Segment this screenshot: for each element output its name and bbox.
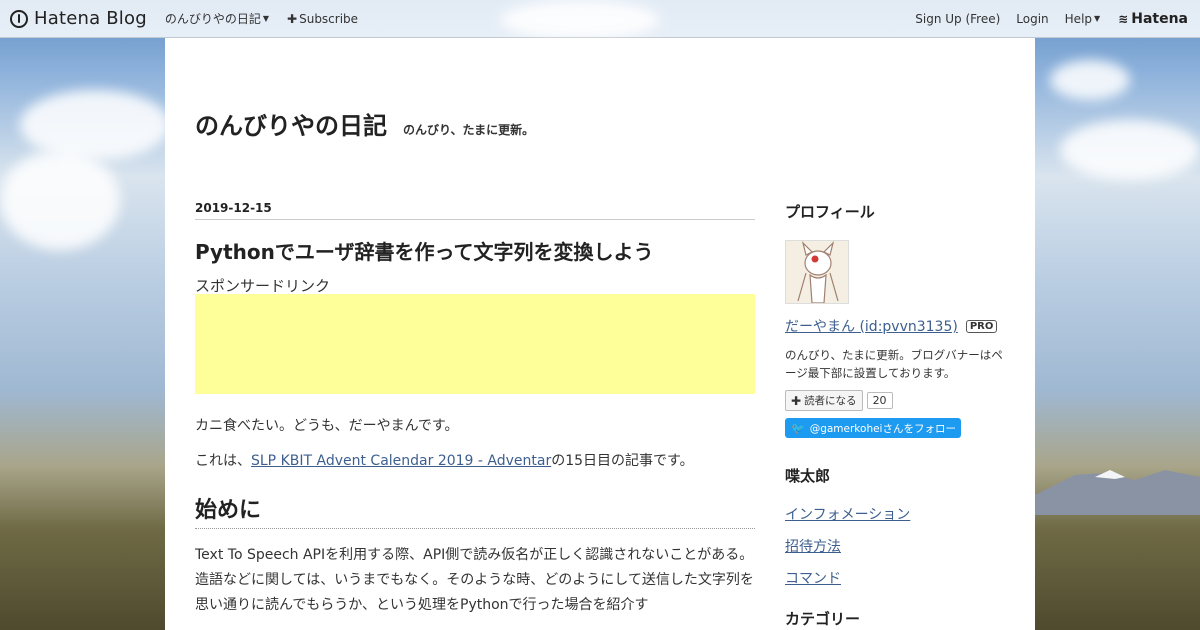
category-heading: カテゴリー xyxy=(785,610,861,628)
reader-row: ✚ 読者になる 20 xyxy=(785,390,1015,411)
caret-down-icon: ▼ xyxy=(1094,14,1101,23)
background-cloud xyxy=(20,90,170,160)
reader-count: 20 xyxy=(866,392,893,409)
twitter-bird-icon: 🐦 xyxy=(791,421,805,435)
background-mountains xyxy=(1035,470,1200,515)
profile-name-row: だーやまん (id:pvvn3135) PRO xyxy=(785,316,1015,336)
advent-calendar-link[interactable]: SLP KBIT Advent Calendar 2019 - Adventar xyxy=(251,453,551,469)
twitter-follow-button[interactable]: 🐦 @gamerkoheiさんをフォロー xyxy=(785,418,961,438)
paragraph-text: カニ食べたい。どうも、だーやまんです。 xyxy=(195,418,459,434)
hatena-brand-label: Hatena xyxy=(1131,10,1188,27)
sponsor-label: スポンサードリンク xyxy=(195,277,331,295)
help-label: Help xyxy=(1064,11,1093,26)
login-link[interactable]: Login xyxy=(1016,12,1048,26)
hatena-blog-logo-icon xyxy=(10,9,28,28)
profile-description: のんびり、たまに更新。ブログバナーはページ最下部に設置しております。 xyxy=(785,348,1003,380)
paragraph-text: これは、 xyxy=(195,453,251,469)
section2-links: インフォメーション 招待方法 コマンド xyxy=(785,504,1015,588)
section2-heading: 喋太郎 xyxy=(785,467,831,485)
logo-text: Hatena Blog xyxy=(34,8,147,29)
plus-icon: ✚ xyxy=(287,11,298,26)
link-invite[interactable]: 招待方法 xyxy=(785,536,1015,556)
plus-icon: ✚ xyxy=(791,393,802,408)
blog-header: のんびりやの日記 のんびり、たまに更新。 xyxy=(195,106,534,141)
entry-paragraph: カニ食べたい。どうも、だーやまんです。 xyxy=(195,416,755,437)
avatar[interactable] xyxy=(785,240,849,304)
blog-description: のんびり、たまに更新。 xyxy=(403,123,535,137)
global-header: Hatena Blog のんびりやの日記 ▼ ✚ Subscribe Sign … xyxy=(0,0,1200,38)
signup-label: Sign Up (Free) xyxy=(915,11,1001,26)
entry-article: 2019-12-15 Pythonでユーザ辞書を作って文字列を変換しよう スポン… xyxy=(195,201,755,618)
help-menu[interactable]: Help ▼ xyxy=(1065,12,1101,26)
hatena-brand-link[interactable]: ≋ Hatena xyxy=(1118,11,1188,27)
entry-date[interactable]: 2019-12-15 xyxy=(195,201,755,220)
background-cloud xyxy=(1050,60,1130,100)
entry-paragraph: これは、SLP KBIT Advent Calendar 2019 - Adve… xyxy=(195,451,755,472)
caret-down-icon: ▼ xyxy=(262,14,270,23)
blog-title[interactable]: のんびりやの日記 xyxy=(195,106,387,141)
reader-button-label: 読者になる xyxy=(804,395,857,407)
subscribe-reader-button[interactable]: ✚ 読者になる xyxy=(785,390,863,411)
link-commands[interactable]: コマンド xyxy=(785,568,1015,588)
sidebar: プロフィール だーやまん (id:pvvn3135) PRO のんびり、たまに更… xyxy=(785,201,1015,629)
header-right-nav: Sign Up (Free) Login Help ▼ ≋ Hatena xyxy=(899,11,1200,27)
profile-name-link[interactable]: だーやまん (id:pvvn3135) xyxy=(785,316,958,336)
blog-menu-label: のんびりやの日記 xyxy=(164,12,261,26)
avatar-illustration-icon xyxy=(797,241,839,303)
paragraph-text: の15日目の記事です。 xyxy=(551,453,694,469)
signup-link[interactable]: Sign Up (Free) xyxy=(915,12,1000,26)
blog-container: のんびりやの日記 のんびり、たまに更新。 2019-12-15 Pythonでユ… xyxy=(165,38,1035,630)
background-cloud xyxy=(0,150,120,250)
background-cloud xyxy=(1060,120,1200,180)
link-information[interactable]: インフォメーション xyxy=(785,504,1015,524)
blog-menu[interactable]: のんびりやの日記 ▼ xyxy=(165,10,269,27)
subscribe-button[interactable]: ✚ Subscribe xyxy=(287,12,358,26)
login-label: Login xyxy=(1016,11,1049,26)
entry-title[interactable]: Pythonでユーザ辞書を作って文字列を変換しよう xyxy=(195,236,755,265)
pro-badge: PRO xyxy=(965,319,998,333)
profile-heading: プロフィール xyxy=(785,203,875,221)
twitter-follow-label: @gamerkoheiさんをフォロー xyxy=(809,422,956,435)
ad-slot[interactable] xyxy=(195,294,755,394)
entry-body: Text To Speech APIを利用する際、API側で読み仮名が正しく認識… xyxy=(195,547,754,613)
subscribe-label: Subscribe xyxy=(299,11,359,26)
hatena-brand-icon: ≋ xyxy=(1118,11,1129,26)
section-heading: 始めに xyxy=(195,492,755,529)
hatena-blog-logo[interactable]: Hatena Blog xyxy=(10,8,147,29)
